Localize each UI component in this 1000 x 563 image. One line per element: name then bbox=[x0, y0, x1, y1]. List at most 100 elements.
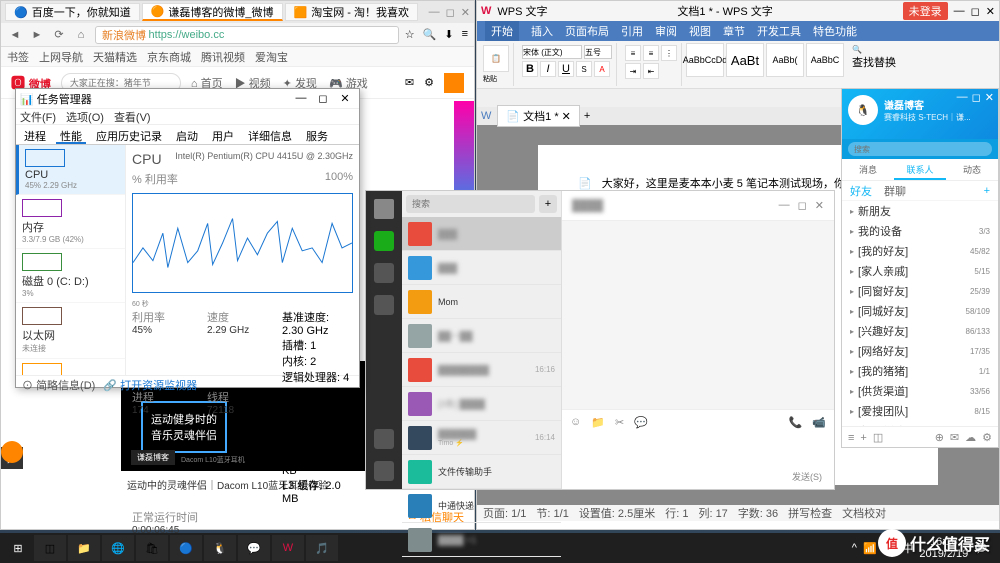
menu-icon[interactable]: ≡ bbox=[462, 28, 468, 41]
wechat-contact[interactable]: ████ +1 bbox=[402, 523, 561, 557]
reload-icon[interactable]: ⟳ bbox=[51, 27, 67, 43]
maximize-icon[interactable]: ◻ bbox=[313, 92, 333, 105]
mail-icon[interactable]: ✉ bbox=[405, 76, 414, 89]
chat-tab-icon[interactable] bbox=[374, 231, 394, 251]
chat-max-icon[interactable]: ◻ bbox=[798, 199, 807, 212]
wps-titlebar[interactable]: WWPS 文字 文档1 * - WPS 文字 未登录 — ◻ ✕ bbox=[477, 1, 999, 21]
style-h3[interactable]: AaBbC bbox=[806, 43, 844, 77]
subtab-friends[interactable]: 好友 bbox=[850, 183, 872, 199]
tab-history[interactable]: 应用历史记录 bbox=[92, 125, 166, 144]
add-friend-icon[interactable]: + bbox=[984, 185, 990, 197]
qq-group-item[interactable]: [兴趣好友]86/133 bbox=[842, 321, 998, 341]
wechat-contact[interactable]: 中通快递 bbox=[402, 489, 561, 523]
file-icon[interactable]: 📁 bbox=[591, 416, 605, 429]
minimize-icon[interactable]: — bbox=[291, 92, 311, 105]
qq-group-item[interactable]: [同窗好友]25/39 bbox=[842, 281, 998, 301]
qq-group-item[interactable]: 我的设备3/3 bbox=[842, 221, 998, 241]
weibo-float-button[interactable] bbox=[1, 441, 23, 463]
tm-sidebar-0cd[interactable]: 磁盘 0 (C: D:)3% bbox=[16, 249, 125, 303]
taskbar-browser[interactable]: 🔵 bbox=[170, 535, 202, 561]
tm-sidebar-[interactable]: 以太网未连接 bbox=[16, 303, 125, 359]
style-h2[interactable]: AaBb( bbox=[766, 43, 804, 77]
paste-button[interactable]: 📋 bbox=[483, 45, 509, 72]
browser-tab-weibo[interactable]: 🟠谦磊博客的微博_微博 bbox=[142, 3, 283, 21]
add-chat-button[interactable]: + bbox=[539, 195, 557, 213]
phone-icon[interactable] bbox=[374, 429, 394, 449]
qq-max-icon[interactable]: ◻ bbox=[972, 91, 981, 104]
browser-tab-taobao[interactable]: 🟧淘宝网 - 淘！我喜欢 bbox=[285, 3, 418, 21]
wechat-contact[interactable]: ██████Timo ⚡16:14 bbox=[402, 421, 561, 455]
star-icon[interactable]: ☆ bbox=[405, 28, 415, 41]
taskbar-wps[interactable]: W bbox=[272, 535, 304, 561]
ribbon-tab-insert[interactable]: 插入 bbox=[531, 23, 553, 39]
ribbon-tab-review[interactable]: 审阅 bbox=[655, 23, 677, 39]
outdent-button[interactable]: ⇤ bbox=[643, 63, 659, 79]
taskbar-edge[interactable]: 🌐 bbox=[102, 535, 134, 561]
underline-button[interactable]: U bbox=[558, 61, 574, 77]
url-input[interactable]: 新浪微博 https://weibo.cc bbox=[95, 26, 399, 44]
wechat-contact[interactable]: ███ bbox=[402, 251, 561, 285]
menu-options[interactable]: 选项(O) bbox=[66, 109, 104, 124]
italic-button[interactable]: I bbox=[540, 61, 556, 77]
taskbar-app[interactable]: 🎵 bbox=[306, 535, 338, 561]
tray-up-icon[interactable]: ^ bbox=[852, 542, 857, 554]
qq-mail-icon[interactable]: ✉ bbox=[950, 431, 959, 444]
qq-cloud-icon[interactable]: ☁ bbox=[965, 431, 976, 444]
wechat-contact[interactable]: Mom bbox=[402, 285, 561, 319]
call-icon[interactable]: 📞 bbox=[789, 416, 803, 429]
fewer-details-button[interactable]: ⊙ 简略信息(D) bbox=[22, 377, 95, 393]
tab-performance[interactable]: 性能 bbox=[56, 125, 86, 144]
wechat-contact[interactable]: [3条] ████ bbox=[402, 387, 561, 421]
qq-min-icon[interactable]: — bbox=[957, 91, 968, 104]
qq-group-item[interactable]: [网络好友]17/35 bbox=[842, 341, 998, 361]
ribbon-tab-layout[interactable]: 页面布局 bbox=[565, 23, 609, 39]
qq-group-item[interactable]: [我的好友]45/82 bbox=[842, 241, 998, 261]
tab-users[interactable]: 用户 bbox=[208, 125, 238, 144]
style-normal[interactable]: AaBbCcDd bbox=[686, 43, 724, 77]
chat-min-icon[interactable]: — bbox=[779, 199, 790, 212]
qq-group-item[interactable]: 新朋友 bbox=[842, 201, 998, 221]
doc-tab[interactable]: 📄 文档1 * ✕ bbox=[497, 105, 580, 127]
wechat-contact[interactable]: ███ bbox=[402, 217, 561, 251]
search-icon[interactable]: 🔍 bbox=[423, 28, 437, 41]
taskmgr-titlebar[interactable]: 📊 任务管理器 — ◻ ✕ bbox=[16, 89, 359, 109]
bookmark-item[interactable]: 京东商城 bbox=[147, 49, 191, 65]
qq-app-icon[interactable]: ◫ bbox=[873, 431, 883, 444]
ribbon-tab-ref[interactable]: 引用 bbox=[621, 23, 643, 39]
tm-sidebar-cpu[interactable]: CPU45% 2.29 GHz bbox=[16, 145, 125, 195]
compose-button[interactable] bbox=[444, 73, 464, 93]
align-center-button[interactable]: ≡ bbox=[643, 45, 659, 61]
taskview-button[interactable]: ◫ bbox=[34, 535, 66, 561]
wechat-contact[interactable]: ████████16:16 bbox=[402, 353, 561, 387]
menu-view[interactable]: 查看(V) bbox=[114, 109, 151, 124]
qq-avatar[interactable]: 🐧 bbox=[848, 95, 878, 125]
tray-network-icon[interactable]: 📶 bbox=[863, 542, 877, 555]
menu-file[interactable]: 文件(F) bbox=[20, 109, 56, 124]
style-h1[interactable]: AaBt bbox=[726, 43, 764, 77]
bookmark-item[interactable]: 腾讯视频 bbox=[201, 49, 245, 65]
wps-close-icon[interactable]: ✕ bbox=[986, 5, 995, 18]
start-button[interactable]: ⊞ bbox=[4, 535, 32, 561]
screenshot-icon[interactable]: ✂ bbox=[615, 416, 624, 429]
ribbon-tab-start[interactable]: 开始 bbox=[485, 21, 519, 41]
wechat-contact[interactable]: ██一██ bbox=[402, 319, 561, 353]
chat-text-input[interactable] bbox=[562, 434, 834, 464]
tab-processes[interactable]: 进程 bbox=[20, 125, 50, 144]
find-button[interactable]: 🔍查找替换 bbox=[852, 45, 896, 70]
qq-tab-contacts[interactable]: 联系人 bbox=[894, 159, 946, 180]
wechat-search-input[interactable] bbox=[406, 195, 535, 213]
chat-messages[interactable] bbox=[562, 221, 834, 409]
browser-max-icon[interactable]: ◻ bbox=[446, 6, 455, 19]
tab-details[interactable]: 详细信息 bbox=[244, 125, 296, 144]
bookmark-item[interactable]: 天猫精选 bbox=[93, 49, 137, 65]
align-left-button[interactable]: ≡ bbox=[625, 45, 641, 61]
emoji-icon[interactable]: ☺ bbox=[570, 416, 581, 428]
qq-search-input[interactable] bbox=[848, 142, 992, 156]
back-icon[interactable]: ◄ bbox=[7, 27, 23, 43]
qq-close-icon[interactable]: ✕ bbox=[985, 91, 994, 104]
chat-close-icon[interactable]: ✕ bbox=[815, 199, 824, 212]
qq-menu-icon[interactable]: ≡ bbox=[848, 432, 854, 444]
qq-group-item[interactable]: [家人亲戚]5/15 bbox=[842, 261, 998, 281]
bold-button[interactable]: B bbox=[522, 61, 538, 77]
size-select[interactable] bbox=[584, 45, 612, 59]
